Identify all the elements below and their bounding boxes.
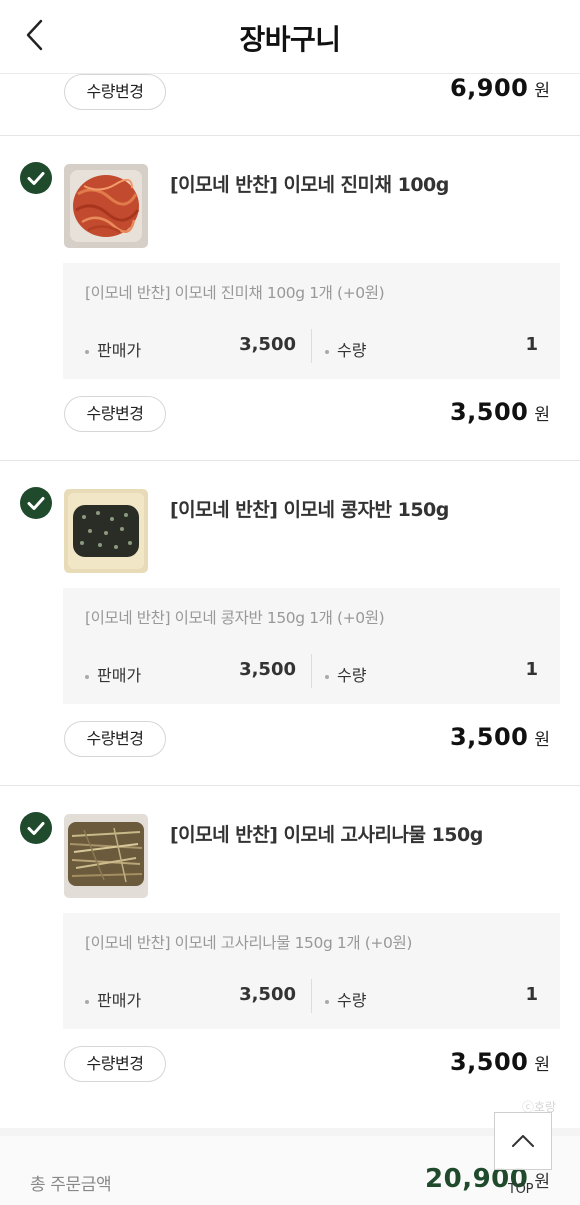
line-total: 3,500 원 — [450, 1048, 550, 1076]
price-row: 판매가 3,500 수량 1 — [63, 654, 560, 690]
qty-label: 수량 — [325, 337, 366, 361]
qty-change-button[interactable]: 수량변경 — [64, 721, 166, 757]
price-label: 판매가 — [85, 337, 141, 361]
check-icon — [27, 822, 45, 835]
line-total: 3,500 원 — [450, 723, 550, 751]
previous-item-footer: 수량변경 6,900 원 — [0, 74, 580, 134]
separator — [311, 654, 312, 688]
option-box: [이모네 반찬] 이모네 고사리나물 150g 1개 (+0원) 판매가 3,5… — [63, 913, 560, 1029]
check-icon — [27, 497, 45, 510]
item-checkbox[interactable] — [20, 487, 52, 519]
bullet-icon — [85, 349, 89, 354]
line-total-amount: 3,500 — [449, 723, 529, 751]
line-total: 6,900 원 — [450, 74, 550, 102]
currency-label: 원 — [534, 405, 550, 425]
order-summary: 총 주문금액 20,900 원 — [0, 1136, 580, 1205]
currency-label: 원 — [534, 1172, 550, 1192]
separator — [311, 979, 312, 1013]
qty-change-button[interactable]: 수량변경 — [64, 74, 166, 110]
section-gap — [0, 1128, 580, 1136]
currency-label: 원 — [534, 81, 550, 101]
option-text: [이모네 반찬] 이모네 콩자반 150g 1개 (+0원) — [85, 609, 385, 627]
item-checkbox[interactable] — [20, 162, 52, 194]
line-total: 3,500 원 — [450, 398, 550, 426]
chevron-up-icon — [512, 1135, 534, 1147]
scroll-top-label: TOP — [508, 1182, 534, 1197]
product-name[interactable]: [이모네 반찬] 이모네 고사리나물 150g — [170, 820, 483, 847]
check-icon — [27, 172, 45, 185]
summary-label: 총 주문금액 — [30, 1175, 112, 1195]
product-name[interactable]: [이모네 반찬] 이모네 진미채 100g — [170, 170, 449, 197]
price-row: 판매가 3,500 수량 1 — [63, 329, 560, 365]
option-box: [이모네 반찬] 이모네 콩자반 150g 1개 (+0원) 판매가 3,500… — [63, 588, 560, 704]
page-title: 장바구니 — [239, 23, 341, 56]
qty-change-button[interactable]: 수량변경 — [64, 396, 166, 432]
price-label: 판매가 — [85, 662, 141, 686]
option-box: [이모네 반찬] 이모네 진미채 100g 1개 (+0원) 판매가 3,500… — [63, 263, 560, 379]
option-text: [이모네 반찬] 이모네 진미채 100g 1개 (+0원) — [85, 284, 385, 302]
dried-squid-dish-image — [64, 164, 148, 248]
qty-value: 1 — [525, 334, 538, 355]
price-value: 3,500 — [239, 984, 296, 1005]
option-text: [이모네 반찬] 이모네 고사리나물 150g 1개 (+0원) — [85, 934, 412, 952]
bullet-icon — [325, 674, 329, 679]
braised-beans-dish-image — [64, 489, 148, 573]
app-header: 장바구니 — [0, 0, 580, 74]
separator — [311, 329, 312, 363]
cart-item: [이모네 반찬] 이모네 진미채 100g [이모네 반찬] 이모네 진미채 1… — [0, 136, 580, 461]
currency-label: 원 — [534, 730, 550, 750]
cart-item: [이모네 반찬] 이모네 고사리나물 150g [이모네 반찬] 이모네 고사리… — [0, 786, 580, 1111]
bracken-namul-dish-image — [64, 814, 148, 898]
bullet-icon — [85, 999, 89, 1004]
qty-value: 1 — [525, 984, 538, 1005]
product-thumbnail[interactable] — [64, 489, 148, 573]
product-thumbnail[interactable] — [64, 164, 148, 248]
line-total-amount: 3,500 — [449, 1048, 529, 1076]
bullet-icon — [325, 999, 329, 1004]
price-value: 3,500 — [239, 334, 296, 355]
line-total-amount: 6,900 — [449, 74, 529, 102]
bullet-icon — [85, 674, 89, 679]
product-name[interactable]: [이모네 반찬] 이모네 콩자반 150g — [170, 495, 449, 522]
bullet-icon — [325, 349, 329, 354]
line-total-amount: 3,500 — [449, 398, 529, 426]
price-value: 3,500 — [239, 659, 296, 680]
qty-label: 수량 — [325, 662, 366, 686]
qty-change-button[interactable]: 수량변경 — [64, 1046, 166, 1082]
qty-label: 수량 — [325, 987, 366, 1011]
qty-value: 1 — [525, 659, 538, 680]
scroll-top-button[interactable] — [494, 1112, 552, 1170]
product-thumbnail[interactable] — [64, 814, 148, 898]
item-checkbox[interactable] — [20, 812, 52, 844]
price-label: 판매가 — [85, 987, 141, 1011]
cart-item: [이모네 반찬] 이모네 콩자반 150g [이모네 반찬] 이모네 콩자반 1… — [0, 461, 580, 786]
price-row: 판매가 3,500 수량 1 — [63, 979, 560, 1015]
currency-label: 원 — [534, 1055, 550, 1075]
